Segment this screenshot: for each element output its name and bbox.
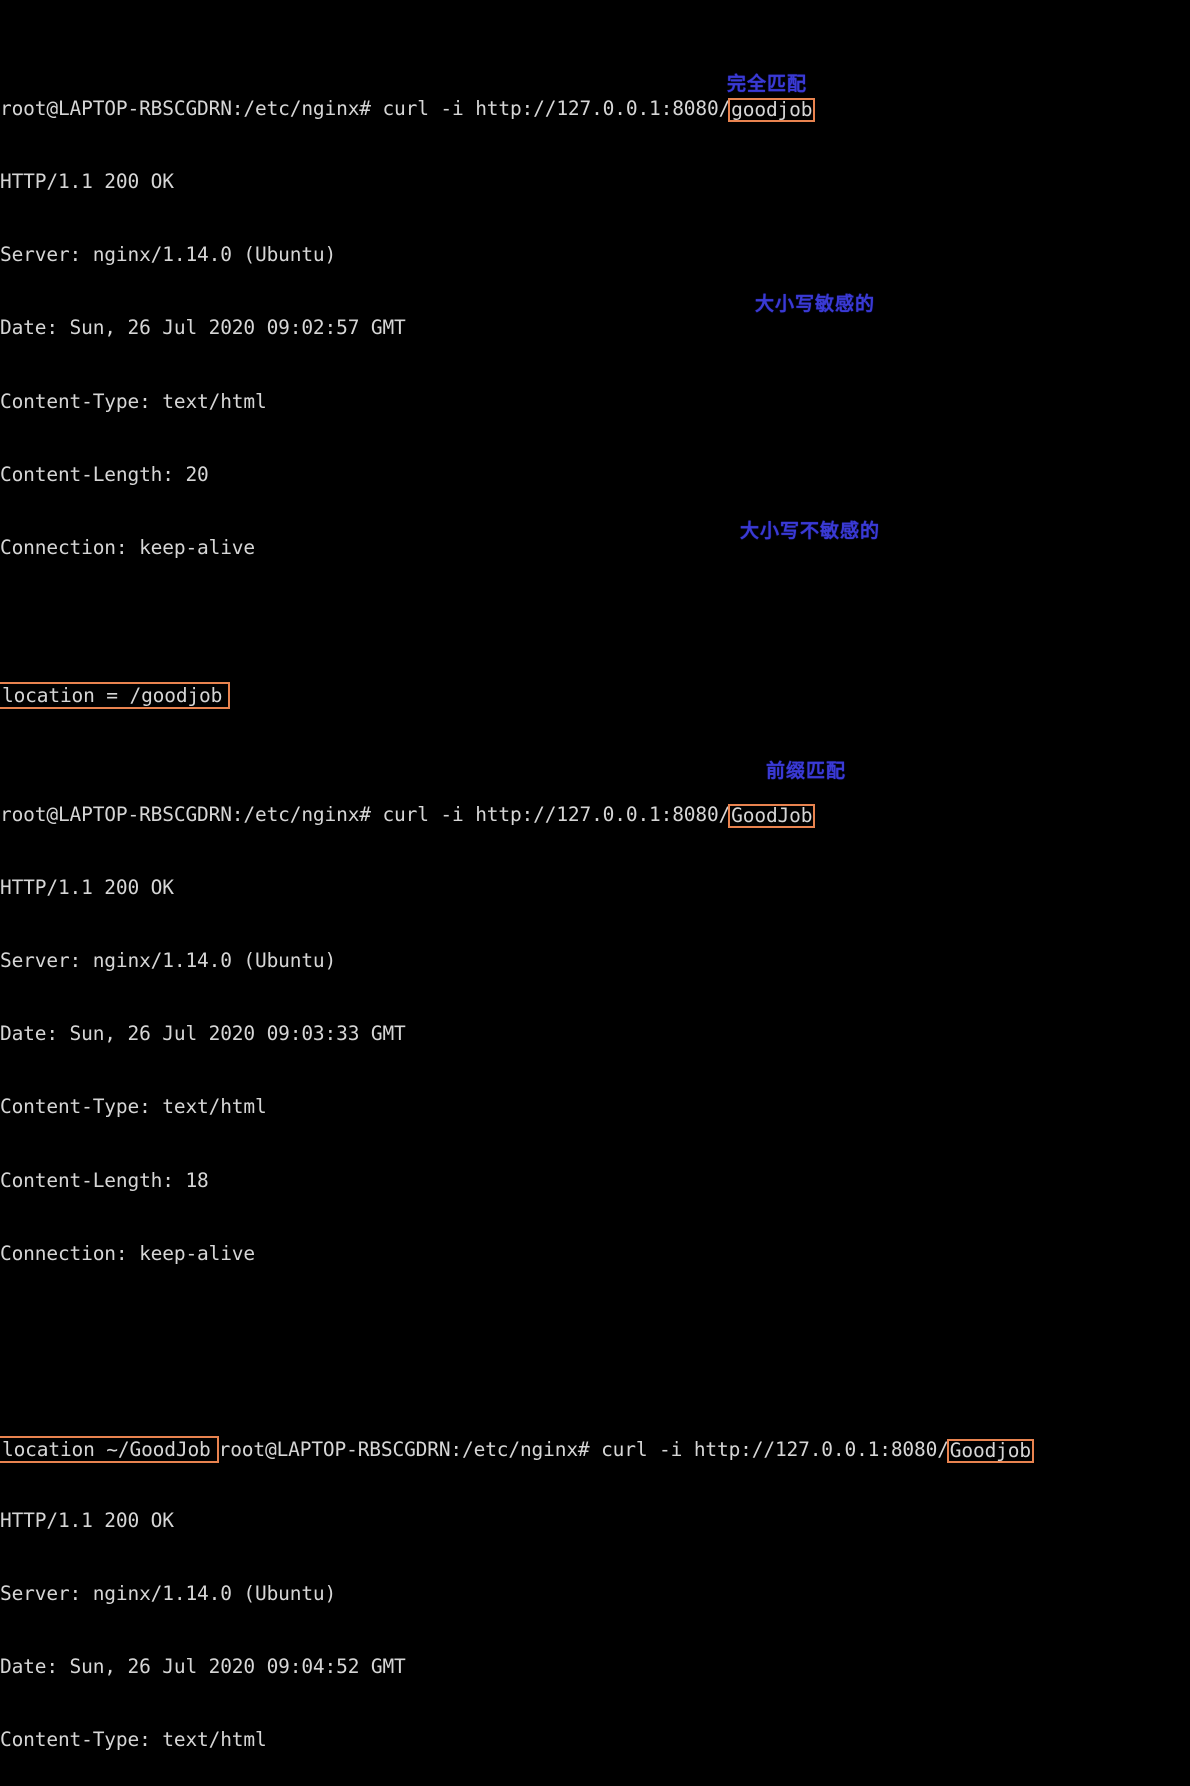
response-line: HTTP/1.1 200 OK (0, 876, 174, 900)
location-rule-line: location = /goodjob (0, 681, 1190, 709)
annotation-prefix-match: 前缀匹配 (766, 760, 847, 782)
response-line: Date: Sun, 26 Jul 2020 09:04:52 GMT (0, 1655, 406, 1679)
command-text: root@LAPTOP-RBSCGDRN:/etc/nginx# curl -i… (0, 803, 731, 827)
annotation-case-insensitive: 大小写不敏感的 (740, 520, 881, 542)
highlight-Goodjob: Goodjob (946, 1439, 1034, 1464)
location-rule-exact: location = /goodjob (0, 681, 231, 709)
terminal-window[interactable]: root@LAPTOP-RBSCGDRN:/etc/nginx# curl -i… (0, 0, 1190, 1751)
response-line: Server: nginx/1.14.0 (Ubuntu) (0, 1582, 337, 1606)
response-line: HTTP/1.1 200 OK (0, 170, 174, 194)
location-rule-case-sensitive: location ~/GoodJob (0, 1436, 219, 1464)
response-line: Content-Length: 20 (0, 462, 209, 486)
annotation-case-sensitive: 大小写敏感的 (755, 293, 876, 315)
response-line: Connection: keep-alive (0, 1241, 255, 1265)
response-line: Date: Sun, 26 Jul 2020 09:02:57 GMT (0, 316, 406, 340)
response-line: Connection: keep-alive (0, 535, 255, 559)
response-line: Content-Type: text/html (0, 1728, 267, 1752)
response-line: Content-Type: text/html (0, 1095, 267, 1119)
highlight-GoodJob: GoodJob (728, 804, 816, 829)
command-text: root@LAPTOP-RBSCGDRN:/etc/nginx# curl -i… (0, 97, 731, 121)
response-line: Date: Sun, 26 Jul 2020 09:03:33 GMT (0, 1022, 406, 1046)
response-line: HTTP/1.1 200 OK (0, 1509, 174, 1533)
response-line: Server: nginx/1.14.0 (Ubuntu) (0, 949, 337, 973)
command-text: root@LAPTOP-RBSCGDRN:/etc/nginx# curl -i… (218, 1438, 949, 1462)
response-line: Content-Type: text/html (0, 389, 267, 413)
response-line: Server: nginx/1.14.0 (Ubuntu) (0, 243, 337, 267)
command-line: root@LAPTOP-RBSCGDRN:/etc/nginx# curl -i… (0, 803, 1190, 829)
response-line: Content-Length: 18 (0, 1168, 209, 1192)
annotation-exact-match: 完全匹配 (727, 73, 808, 95)
location-rule-and-command-line: location ~/GoodJob root@LAPTOP-RBSCGDRN:/… (0, 1436, 1190, 1464)
command-line: root@LAPTOP-RBSCGDRN:/etc/nginx# curl -i… (0, 97, 1190, 123)
highlight-goodjob: goodjob (728, 98, 816, 123)
